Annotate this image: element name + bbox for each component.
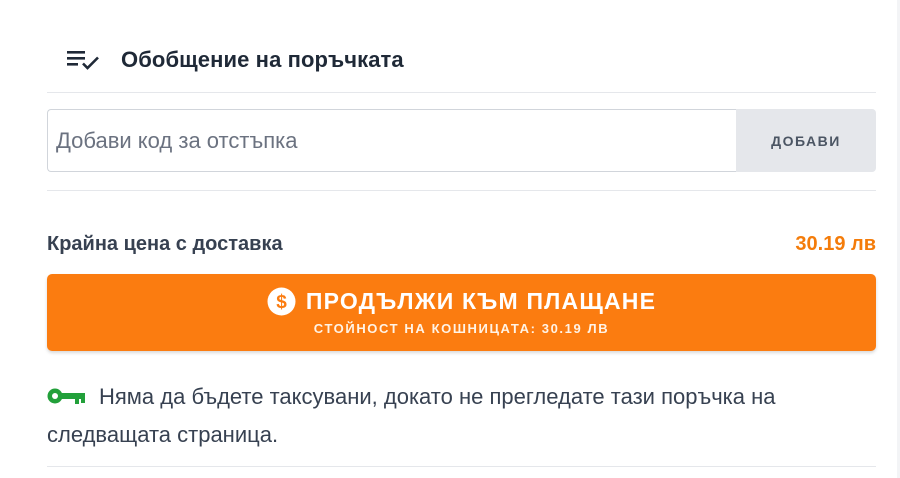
notice-text: Няма да бъдете таксувани, докато не прег… (47, 384, 776, 447)
apply-coupon-button[interactable]: ДОБАВИ (736, 109, 876, 172)
dollar-coin-icon: $ (267, 287, 296, 316)
svg-text:$: $ (276, 292, 287, 313)
discount-code-input[interactable] (47, 109, 736, 172)
list-check-icon (67, 48, 103, 72)
proceed-to-payment-button[interactable]: $ ПРОДЪЛЖИ КЪМ ПЛАЩАНЕ СТОЙНОСТ НА КОШНИ… (47, 274, 876, 351)
divider (47, 466, 876, 467)
divider (47, 92, 876, 93)
checkout-label: ПРОДЪЛЖИ КЪМ ПЛАЩАНЕ (305, 288, 657, 314)
coupon-form: ДОБАВИ (47, 109, 876, 172)
total-row: Крайна цена с доставка 30.19 лв (47, 228, 876, 260)
billing-notice: Няма да бъдете таксувани, докато не прег… (47, 378, 847, 454)
total-price: 30.19 лв (795, 232, 876, 255)
order-summary-panel: Обобщение на поръчката ДОБАВИ Крайна цен… (47, 0, 876, 478)
summary-header: Обобщение на поръчката (47, 36, 404, 84)
page-title: Обобщение на поръчката (121, 47, 404, 72)
checkout-main-line: $ ПРОДЪЛЖИ КЪМ ПЛАЩАНЕ (47, 287, 876, 316)
key-icon (47, 380, 87, 404)
divider (47, 190, 876, 191)
total-label: Крайна цена с доставка (47, 232, 283, 255)
cart-value-label: СТОЙНОСТ НА КОШНИЦАТА: 30.19 ЛВ (313, 321, 610, 336)
